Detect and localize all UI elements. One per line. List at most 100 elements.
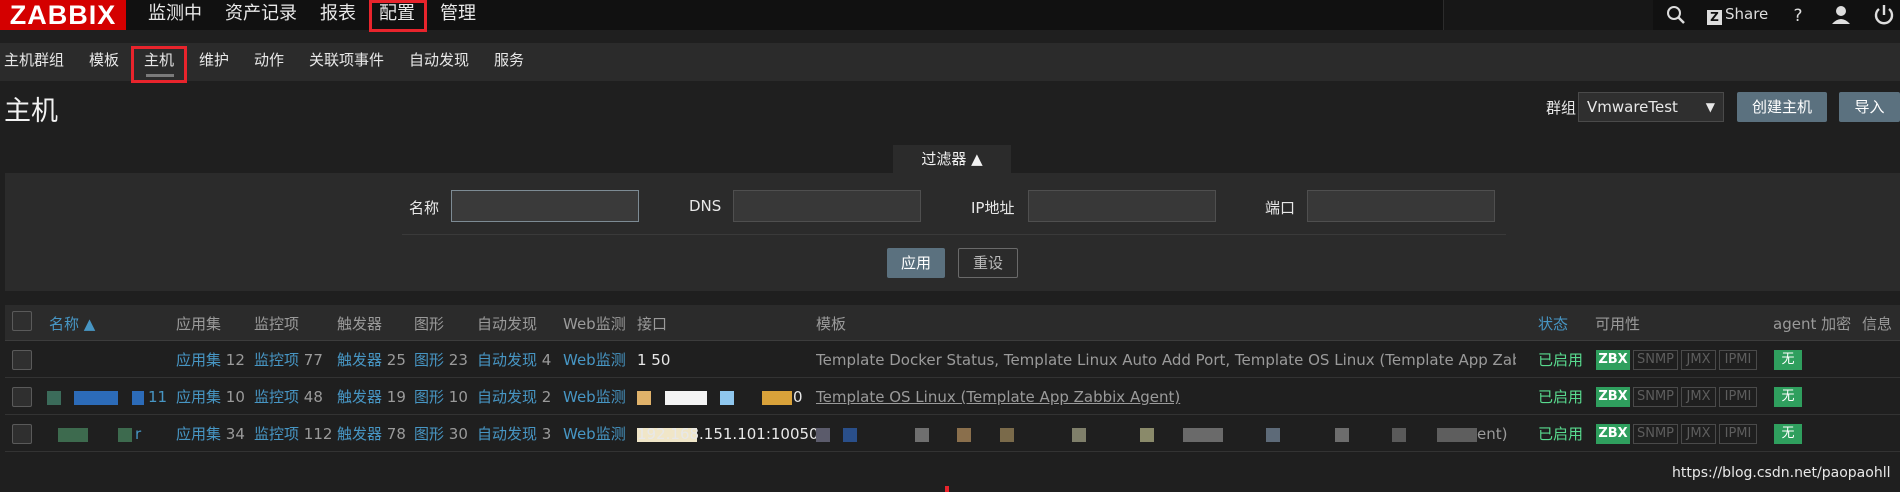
- subnav-host-groups[interactable]: 主机群组: [4, 43, 64, 81]
- filter-tab[interactable]: 过滤器 ▲: [893, 145, 1011, 173]
- redacted-block: [1392, 428, 1406, 442]
- discovery-count: 4: [541, 351, 552, 369]
- encryption-badge: 无: [1774, 387, 1802, 407]
- filter-panel: [5, 173, 1900, 291]
- graphs-cell: 图形 23: [414, 350, 468, 370]
- column-info-header: 信息: [1862, 315, 1893, 333]
- configuration-highlight-box: [369, 0, 427, 32]
- web-monitoring-link[interactable]: Web监测: [563, 387, 626, 407]
- graphs-link[interactable]: 图形: [414, 351, 444, 369]
- menu-inventory[interactable]: 资产记录: [225, 0, 297, 30]
- encryption-badge: 无: [1774, 350, 1802, 370]
- discovery-link[interactable]: 自动发现: [477, 351, 537, 369]
- filter-port-input[interactable]: [1307, 190, 1495, 222]
- select-all-checkbox[interactable]: [12, 311, 32, 331]
- web-monitoring-link[interactable]: Web监测: [563, 424, 626, 444]
- items-count: 48: [303, 388, 323, 406]
- column-triggers-header: 触发器: [337, 315, 383, 333]
- subnav-maintenance[interactable]: 维护: [199, 43, 229, 81]
- redacted-block: [1140, 428, 1154, 442]
- templates-cell[interactable]: Template OS Linux (Template App Zabbix A…: [816, 387, 1180, 407]
- graphs-link[interactable]: 图形: [414, 388, 444, 406]
- sub-navigation: [0, 43, 1900, 81]
- subnav-services[interactable]: 服务: [494, 43, 524, 81]
- items-count: 112: [303, 425, 333, 443]
- power-icon[interactable]: [1872, 3, 1896, 27]
- column-web-header: Web监测: [563, 315, 626, 333]
- discovery-count: 3: [541, 425, 552, 443]
- filter-ip-input[interactable]: [1028, 190, 1216, 222]
- user-icon[interactable]: [1829, 3, 1853, 27]
- zbx-availability-badge: ZBX: [1596, 424, 1630, 444]
- encryption-badge: 无: [1774, 424, 1802, 444]
- triggers-link[interactable]: 触发器: [337, 425, 382, 443]
- templates-cell[interactable]: ent): [1477, 424, 1507, 444]
- subnav-discovery[interactable]: 自动发现: [409, 43, 469, 81]
- host-name-link[interactable]: r: [135, 424, 141, 444]
- filter-dns-input[interactable]: [733, 190, 921, 222]
- subnav-templates[interactable]: 模板: [89, 43, 119, 81]
- reset-button[interactable]: 重设: [958, 248, 1018, 278]
- help-icon[interactable]: ?: [1786, 3, 1810, 27]
- create-host-button[interactable]: 创建主机: [1737, 92, 1827, 122]
- web-monitoring-link[interactable]: Web监测: [563, 350, 626, 370]
- filter-dns-label: DNS: [689, 197, 722, 215]
- items-cell: 监控项 112: [254, 424, 332, 444]
- triggers-count: 19: [386, 388, 406, 406]
- status-toggle[interactable]: 已启用: [1538, 387, 1583, 407]
- triggers-link[interactable]: 触发器: [337, 388, 382, 406]
- discovery-link[interactable]: 自动发现: [477, 388, 537, 406]
- filter-name-label: 名称: [409, 199, 440, 217]
- global-search-input[interactable]: [1443, 0, 1653, 30]
- menu-reports[interactable]: 报表: [320, 0, 356, 30]
- status-toggle[interactable]: 已启用: [1538, 424, 1583, 444]
- apps-link[interactable]: 应用集: [176, 351, 221, 369]
- apply-button[interactable]: 应用: [887, 248, 945, 278]
- redacted-block: [47, 391, 61, 405]
- graphs-link[interactable]: 图形: [414, 425, 444, 443]
- triggers-link[interactable]: 触发器: [337, 351, 382, 369]
- items-link[interactable]: 监控项: [254, 425, 299, 443]
- graphs-cell: 图形 30: [414, 424, 468, 444]
- filter-name-input[interactable]: [451, 190, 639, 222]
- apps-link[interactable]: 应用集: [176, 388, 221, 406]
- share-button[interactable]: Z Share: [1707, 0, 1768, 30]
- items-link[interactable]: 监控项: [254, 351, 299, 369]
- triggers-cell: 触发器 19: [337, 387, 406, 407]
- redacted-block: [720, 391, 734, 405]
- snmp-availability-badge: SNMP: [1633, 424, 1678, 444]
- group-select-value: VmwareTest: [1587, 98, 1678, 116]
- zabbix-logo[interactable]: ZABBIX: [0, 0, 126, 30]
- triggers-count: 78: [386, 425, 406, 443]
- discovery-cell: 自动发现 4: [477, 350, 551, 370]
- menu-monitoring[interactable]: 监测中: [148, 0, 202, 30]
- host-name-link[interactable]: 11: [148, 387, 167, 407]
- subnav-event-correlation[interactable]: 关联项事件: [309, 43, 384, 81]
- discovery-link[interactable]: 自动发现: [477, 425, 537, 443]
- redacted-block: [665, 391, 707, 405]
- apps-count: 10: [225, 388, 245, 406]
- status-toggle[interactable]: 已启用: [1538, 350, 1583, 370]
- subnav-actions[interactable]: 动作: [254, 43, 284, 81]
- row-checkbox[interactable]: [12, 424, 32, 444]
- graphs-count: 30: [448, 425, 468, 443]
- row-checkbox[interactable]: [12, 350, 32, 370]
- items-link[interactable]: 监控项: [254, 388, 299, 406]
- redacted-block: [74, 391, 118, 405]
- group-select[interactable]: VmwareTest ▼: [1578, 92, 1724, 122]
- jmx-availability-badge: JMX: [1681, 387, 1716, 407]
- column-status-header[interactable]: 状态: [1538, 313, 1568, 334]
- items-count: 77: [303, 351, 323, 369]
- svg-text:?: ?: [1793, 6, 1802, 26]
- menu-administration[interactable]: 管理: [440, 0, 476, 30]
- apps-link[interactable]: 应用集: [176, 425, 221, 443]
- column-name-header[interactable]: 名称 ▲: [49, 313, 95, 334]
- items-cell: 监控项 77: [254, 350, 323, 370]
- ipmi-availability-badge: IPMI: [1719, 387, 1757, 407]
- row-checkbox[interactable]: [12, 387, 32, 407]
- graphs-count: 10: [448, 388, 468, 406]
- import-button[interactable]: 导入: [1839, 92, 1900, 122]
- templates-cell[interactable]: Template Docker Status, Template Linux A…: [816, 350, 1516, 370]
- zbx-availability-badge: ZBX: [1596, 387, 1630, 407]
- search-icon[interactable]: [1665, 4, 1687, 26]
